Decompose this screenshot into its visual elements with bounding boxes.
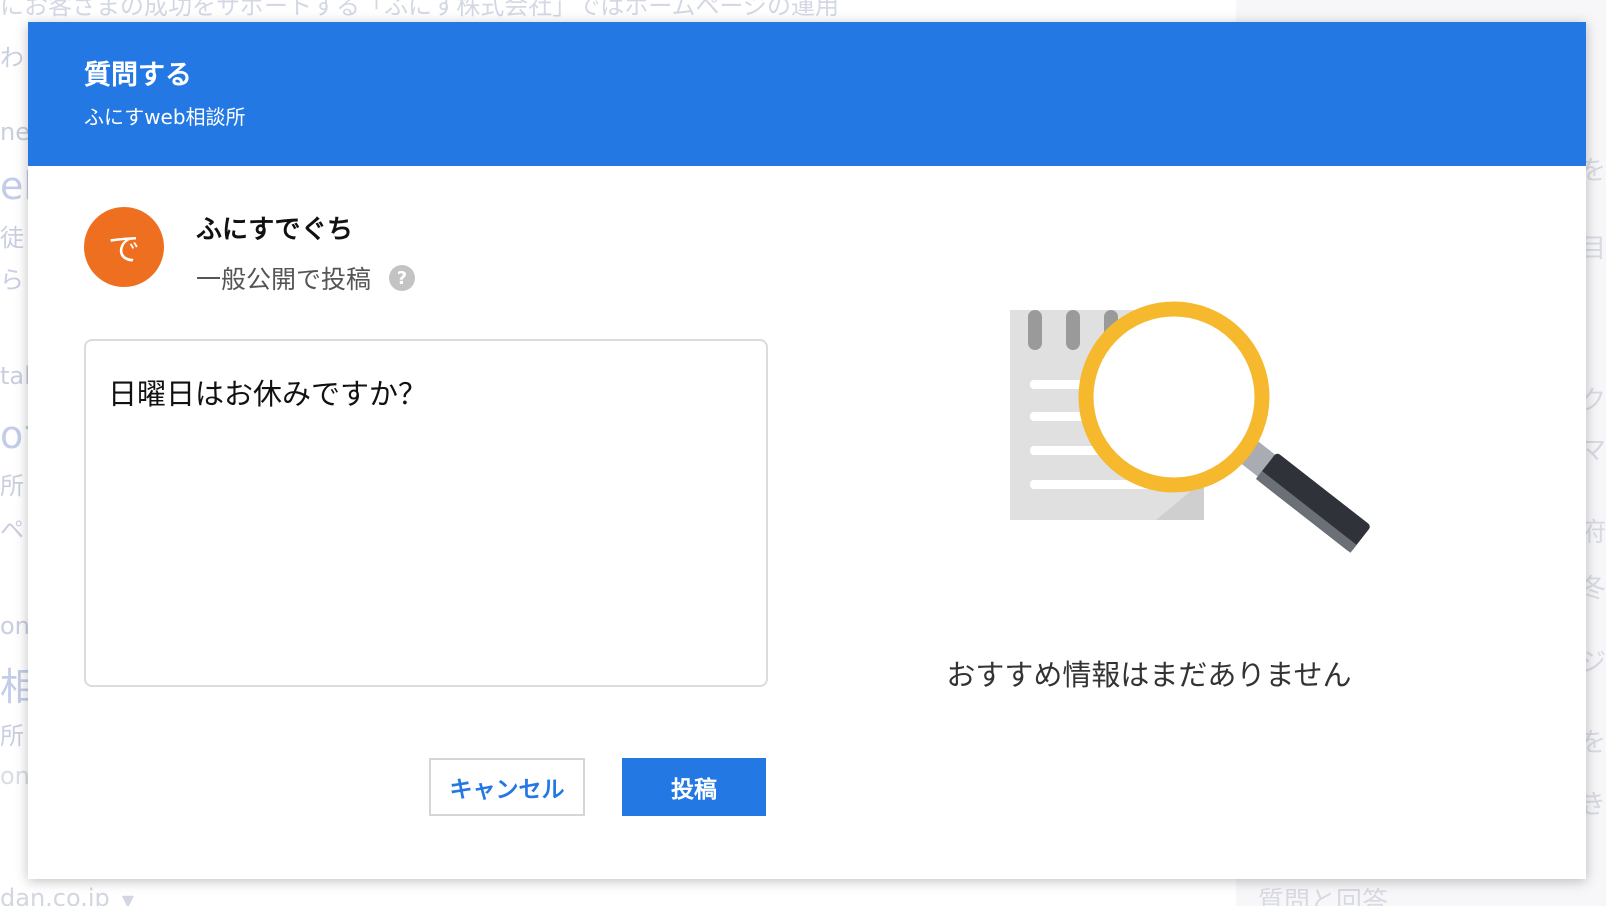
background-footer-domain: dan.co.jp bbox=[0, 884, 110, 906]
poster-name: ふにすでぐち bbox=[196, 215, 354, 245]
background-fragment: ら bbox=[0, 266, 24, 294]
poster-info: で ふにすでぐち 一般公開で投稿 ? bbox=[84, 207, 416, 296]
dialog-header: 質問する ふにすweb相談所 bbox=[28, 22, 1586, 166]
no-recommendations-message: おすすめ情報はまだありません bbox=[946, 658, 1352, 692]
post-button[interactable]: 投稿 bbox=[622, 758, 766, 816]
background-fragment: 所 bbox=[0, 722, 24, 750]
no-recommendations-illustration bbox=[1010, 301, 1370, 553]
background-fragment: ペ bbox=[0, 516, 24, 544]
dialog-subtitle: ふにすweb相談所 bbox=[84, 105, 246, 130]
caret-down-icon: ▼ bbox=[121, 891, 135, 906]
background-fragment: on bbox=[0, 612, 30, 640]
background-fragment: tal bbox=[0, 362, 31, 390]
background-fragment: 所 bbox=[0, 472, 24, 500]
cancel-button[interactable]: キャンセル bbox=[429, 758, 585, 816]
background-fragment: わ bbox=[0, 44, 24, 72]
poster-details: ふにすでぐち 一般公開で投稿 ? bbox=[196, 207, 416, 296]
background-footer-heading: 質問と回答 bbox=[1258, 887, 1389, 906]
background-headline: にお客さまの成功をサポートする「ふにす株式会社」ではホームページの運用 bbox=[0, 0, 840, 20]
background-fragment: ne bbox=[0, 118, 30, 146]
visibility-label: 一般公開で投稿 bbox=[196, 265, 372, 294]
visibility-row: 一般公開で投稿 ? bbox=[196, 260, 416, 296]
background-fragment: 徒 bbox=[0, 224, 24, 252]
ask-question-dialog: 質問する ふにすweb相談所 で ふにすでぐち 一般公開で投稿 ? 日曜日はお休… bbox=[28, 22, 1586, 879]
help-icon[interactable]: ? bbox=[389, 265, 416, 291]
background-footer: dan.co.jp ▼ bbox=[0, 884, 134, 906]
dialog-title: 質問する bbox=[84, 60, 192, 91]
avatar: で bbox=[84, 207, 164, 287]
question-input[interactable]: 日曜日はお休みですか？ bbox=[84, 339, 768, 687]
